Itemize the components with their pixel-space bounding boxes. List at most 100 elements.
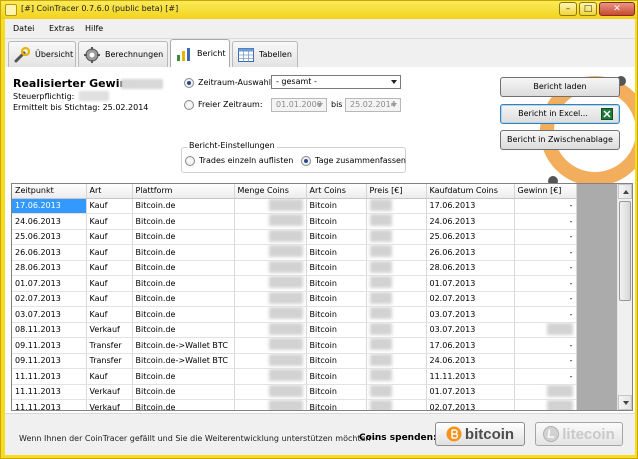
scroll-down-button[interactable]	[618, 395, 632, 410]
cell-type[interactable]: Kauf	[86, 291, 133, 307]
cell-price[interactable]	[366, 275, 427, 292]
cell-price[interactable]	[366, 213, 427, 230]
cell-timestamp[interactable]: 26.06.2013	[12, 244, 87, 261]
cell-price[interactable]	[366, 322, 427, 338]
cell-coin-type[interactable]: Bitcoin	[306, 260, 367, 276]
cell-coin-type[interactable]: Bitcoin	[306, 384, 367, 400]
table-row[interactable]: 09.11.2013 Transfer Bitcoin.de->Wallet BTC…	[12, 353, 577, 369]
tab-report[interactable]: Bericht	[170, 39, 230, 67]
cell-price[interactable]	[366, 229, 427, 245]
cell-price[interactable]	[366, 291, 427, 307]
load-report-button[interactable]: Bericht laden	[500, 77, 620, 97]
cell-amount[interactable]	[234, 198, 307, 214]
table-row[interactable]: 24.06.2013 Kauf Bitcoin.de Bitcoin 24.06.201…	[12, 213, 577, 230]
cell-purchase-date[interactable]: 17.06.2013	[426, 198, 515, 214]
cell-amount[interactable]	[234, 353, 307, 369]
cell-type[interactable]: Kauf	[86, 198, 133, 214]
cell-profit[interactable]: -	[514, 213, 577, 230]
cell-type[interactable]: Kauf	[86, 275, 133, 292]
col-header-type[interactable]: Art	[86, 184, 133, 199]
cell-coin-type[interactable]: Bitcoin	[306, 291, 367, 307]
to-date-picker[interactable]: 25.02.2014	[345, 98, 401, 112]
cell-type[interactable]: Kauf	[86, 229, 133, 245]
cell-purchase-date[interactable]: 01.07.2013	[426, 275, 515, 292]
tab-overview[interactable]: Übersicht	[8, 41, 76, 67]
cell-purchase-date[interactable]: 02.07.2013	[426, 399, 515, 410]
cell-purchase-date[interactable]: 03.07.2013	[426, 306, 515, 323]
cell-price[interactable]	[366, 353, 427, 369]
cell-profit[interactable]: -	[514, 244, 577, 261]
cell-platform[interactable]: Bitcoin.de	[132, 275, 235, 292]
cell-amount[interactable]	[234, 291, 307, 307]
table-row[interactable]: 25.06.2013 Kauf Bitcoin.de Bitcoin 25.06.201…	[12, 229, 577, 245]
cell-profit[interactable]: -	[514, 291, 577, 307]
cell-coin-type[interactable]: Bitcoin	[306, 399, 367, 410]
report-excel-button[interactable]: Bericht in Excel...	[500, 104, 620, 124]
table-row[interactable]: 02.07.2013 Kauf Bitcoin.de Bitcoin 02.07.201…	[12, 291, 577, 307]
cell-platform[interactable]: Bitcoin.de	[132, 306, 235, 323]
cell-price[interactable]	[366, 306, 427, 323]
cell-type[interactable]: Transfer	[86, 337, 133, 354]
col-header-coin-type[interactable]: Art Coins	[306, 184, 367, 199]
cell-timestamp[interactable]: 17.06.2013	[12, 198, 87, 214]
table-row[interactable]: 11.11.2013 Kauf Bitcoin.de Bitcoin 11.11.201…	[12, 368, 577, 385]
table-row[interactable]: 28.06.2013 Kauf Bitcoin.de Bitcoin 28.06.201…	[12, 260, 577, 276]
cell-coin-type[interactable]: Bitcoin	[306, 353, 367, 369]
cell-timestamp[interactable]: 03.07.2013	[12, 306, 87, 323]
cell-platform[interactable]: Bitcoin.de	[132, 368, 235, 385]
cell-amount[interactable]	[234, 260, 307, 276]
period-selection-radio[interactable]	[184, 78, 194, 88]
table-row[interactable]: 11.11.2013 Verkauf Bitcoin.de Bitcoin 02.07.…	[12, 399, 577, 410]
report-clipboard-button[interactable]: Bericht in Zwischenablage	[500, 130, 620, 150]
cell-purchase-date[interactable]: 24.06.2013	[426, 213, 515, 230]
donate-litecoin-button[interactable]: litecoin	[535, 422, 623, 446]
cell-type[interactable]: Kauf	[86, 368, 133, 385]
table-row[interactable]: 09.11.2013 Transfer Bitcoin.de->Wallet BTC…	[12, 337, 577, 354]
cell-amount[interactable]	[234, 229, 307, 245]
cell-purchase-date[interactable]: 03.07.2013	[426, 322, 515, 338]
cell-timestamp[interactable]: 11.11.2013	[12, 368, 87, 385]
cell-amount[interactable]	[234, 337, 307, 354]
cell-price[interactable]	[366, 384, 427, 400]
cell-type[interactable]: Kauf	[86, 260, 133, 276]
cell-purchase-date[interactable]: 28.06.2013	[426, 260, 515, 276]
cell-type[interactable]: Verkauf	[86, 384, 133, 400]
table-row[interactable]: 08.11.2013 Verkauf Bitcoin.de Bitcoin 03.07.…	[12, 322, 577, 338]
scroll-thumb[interactable]	[619, 201, 631, 301]
cell-price[interactable]	[366, 244, 427, 261]
cell-coin-type[interactable]: Bitcoin	[306, 322, 367, 338]
cell-platform[interactable]: Bitcoin.de	[132, 213, 235, 230]
cell-coin-type[interactable]: Bitcoin	[306, 229, 367, 245]
cell-purchase-date[interactable]: 24.06.2013	[426, 353, 515, 369]
cell-platform[interactable]: Bitcoin.de	[132, 260, 235, 276]
cell-profit[interactable]	[514, 399, 577, 410]
cell-profit[interactable]	[514, 384, 577, 400]
cell-price[interactable]	[366, 337, 427, 354]
days-summary-radio[interactable]	[301, 156, 311, 166]
cell-purchase-date[interactable]: 02.07.2013	[426, 291, 515, 307]
cell-profit[interactable]: -	[514, 368, 577, 385]
cell-coin-type[interactable]: Bitcoin	[306, 306, 367, 323]
cell-amount[interactable]	[234, 244, 307, 261]
cell-timestamp[interactable]: 25.06.2013	[12, 229, 87, 245]
cell-type[interactable]: Kauf	[86, 306, 133, 323]
cell-coin-type[interactable]: Bitcoin	[306, 198, 367, 214]
cell-price[interactable]	[366, 368, 427, 385]
table-row[interactable]: 17.06.2013 Kauf Bitcoin.de Bitcoin 17.06.201…	[12, 198, 577, 214]
cell-purchase-date[interactable]: 11.11.2013	[426, 368, 515, 385]
col-header-platform[interactable]: Plattform	[132, 184, 235, 199]
cell-platform[interactable]: Bitcoin.de	[132, 399, 235, 410]
cell-amount[interactable]	[234, 368, 307, 385]
cell-price[interactable]	[366, 198, 427, 214]
cell-coin-type[interactable]: Bitcoin	[306, 337, 367, 354]
cell-type[interactable]: Kauf	[86, 244, 133, 261]
trades-single-radio[interactable]	[185, 156, 195, 166]
cell-coin-type[interactable]: Bitcoin	[306, 244, 367, 261]
cell-platform[interactable]: Bitcoin.de	[132, 229, 235, 245]
cell-profit[interactable]: -	[514, 275, 577, 292]
col-header-price[interactable]: Preis [€]	[366, 184, 427, 199]
report-table[interactable]: Zeitpunkt Art Plattform Menge Coins Art …	[11, 183, 633, 411]
cell-profit[interactable]: -	[514, 260, 577, 276]
scroll-up-button[interactable]	[618, 184, 632, 199]
col-header-purchase-date[interactable]: Kaufdatum Coins	[426, 184, 515, 199]
